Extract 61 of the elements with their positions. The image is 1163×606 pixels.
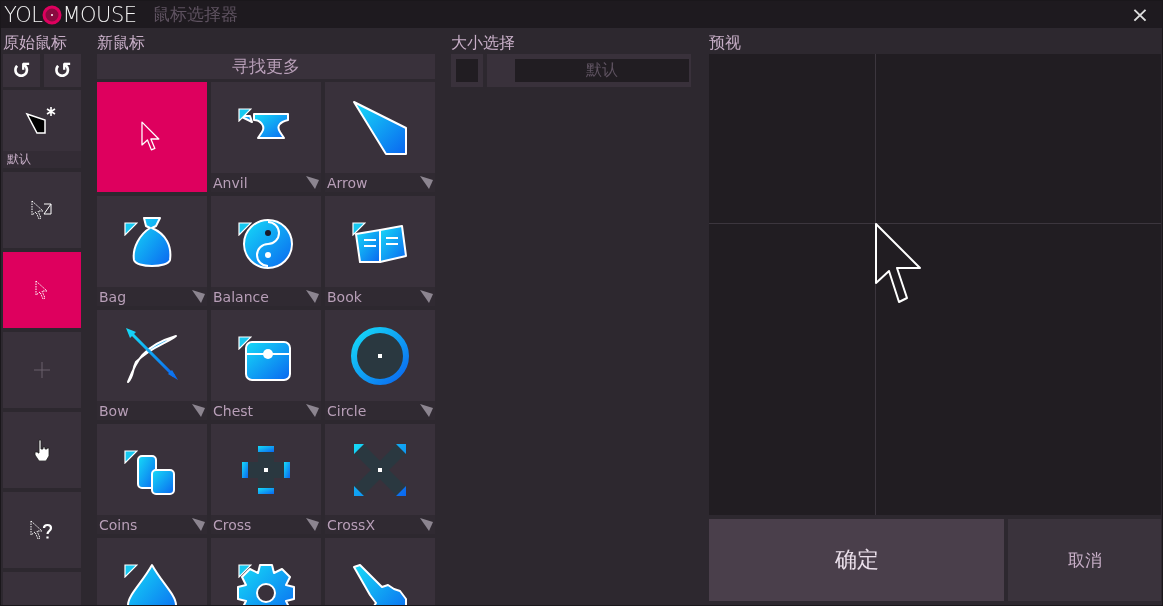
cursor-slot[interactable] [3,172,81,248]
tile-label: Book [327,288,362,305]
window-title: 鼠标选择器 [152,3,238,26]
tile-label: Anvil [213,174,248,191]
plus-icon [34,362,50,378]
tile-label: Cross [213,516,252,533]
dropdown-triangle-icon[interactable] [420,518,433,531]
section-heading: 大小选择 [451,33,516,53]
cursor-slot[interactable] [3,412,81,488]
dropdown-triangle-icon[interactable] [192,290,205,303]
cancel-button[interactable]: 取消 [1008,519,1161,601]
dropdown-triangle-icon[interactable] [306,404,319,417]
tile-label: Coins [99,516,138,533]
redo-button[interactable]: ↺ [44,54,81,87]
close-button[interactable]: × [1118,1,1162,28]
cursor-tile[interactable]: Book [325,196,435,306]
cursor-tile[interactable]: Anvil [211,82,321,192]
cursor-tile[interactable]: Chest [211,310,321,420]
dropdown-triangle-icon[interactable] [192,518,205,531]
cursor-tile[interactable]: Coins [97,424,207,534]
size-swatch[interactable] [451,54,483,87]
section-heading: 新鼠标 [97,33,146,53]
tile-label: Balance [213,288,269,305]
find-more-button[interactable]: 寻找更多 [97,54,435,79]
cursor-tile[interactable]: Circle [325,310,435,420]
tile-label: Bow [99,402,129,419]
pointing-hand-icon [350,563,410,605]
cursor-tile[interactable] [97,82,207,192]
tile-label: Bag [99,288,127,305]
dropdown-triangle-icon[interactable] [420,176,433,189]
undo-button[interactable]: ↺ [3,54,40,87]
dropdown-triangle-icon[interactable] [420,290,433,303]
tile-label: Chest [213,402,254,419]
logo-text: YOL [4,2,43,27]
cursor-tile[interactable]: Bag [97,196,207,306]
dropdown-triangle-icon[interactable] [306,176,319,189]
dropdown-triangle-icon[interactable] [306,518,319,531]
cursor-tile[interactable]: Bow [97,310,207,420]
dropdown-triangle-icon[interactable] [192,404,205,417]
cursor-icon [31,200,53,220]
cursor-icon [875,223,923,305]
section-heading: 原始鼠标 [3,33,68,53]
cursor-tile[interactable]: Arrow [325,82,435,192]
confirm-button[interactable]: 确定 [709,519,1004,601]
tile-label: Arrow [327,174,368,191]
logo-text: MOUSE [62,2,137,27]
cursor-tile[interactable]: Balance [211,196,321,306]
tile-label: CrossX [327,516,375,533]
tile-label: Circle [327,402,367,419]
cursor-tile[interactable]: CrossX [325,424,435,534]
help-cursor-icon [30,520,54,540]
cursor-icon [35,280,49,300]
section-heading: 预视 [709,33,742,53]
ring-icon [350,325,410,386]
hand-icon [33,439,51,461]
logo-ring-icon [42,4,63,25]
cursor-label: 默认 [3,151,81,168]
dropdown-triangle-icon[interactable] [306,290,319,303]
cursor-tile[interactable]: Cross [211,424,321,534]
cursor-slot[interactable]: 默认 [3,90,81,168]
dropdown-triangle-icon[interactable] [420,404,433,417]
